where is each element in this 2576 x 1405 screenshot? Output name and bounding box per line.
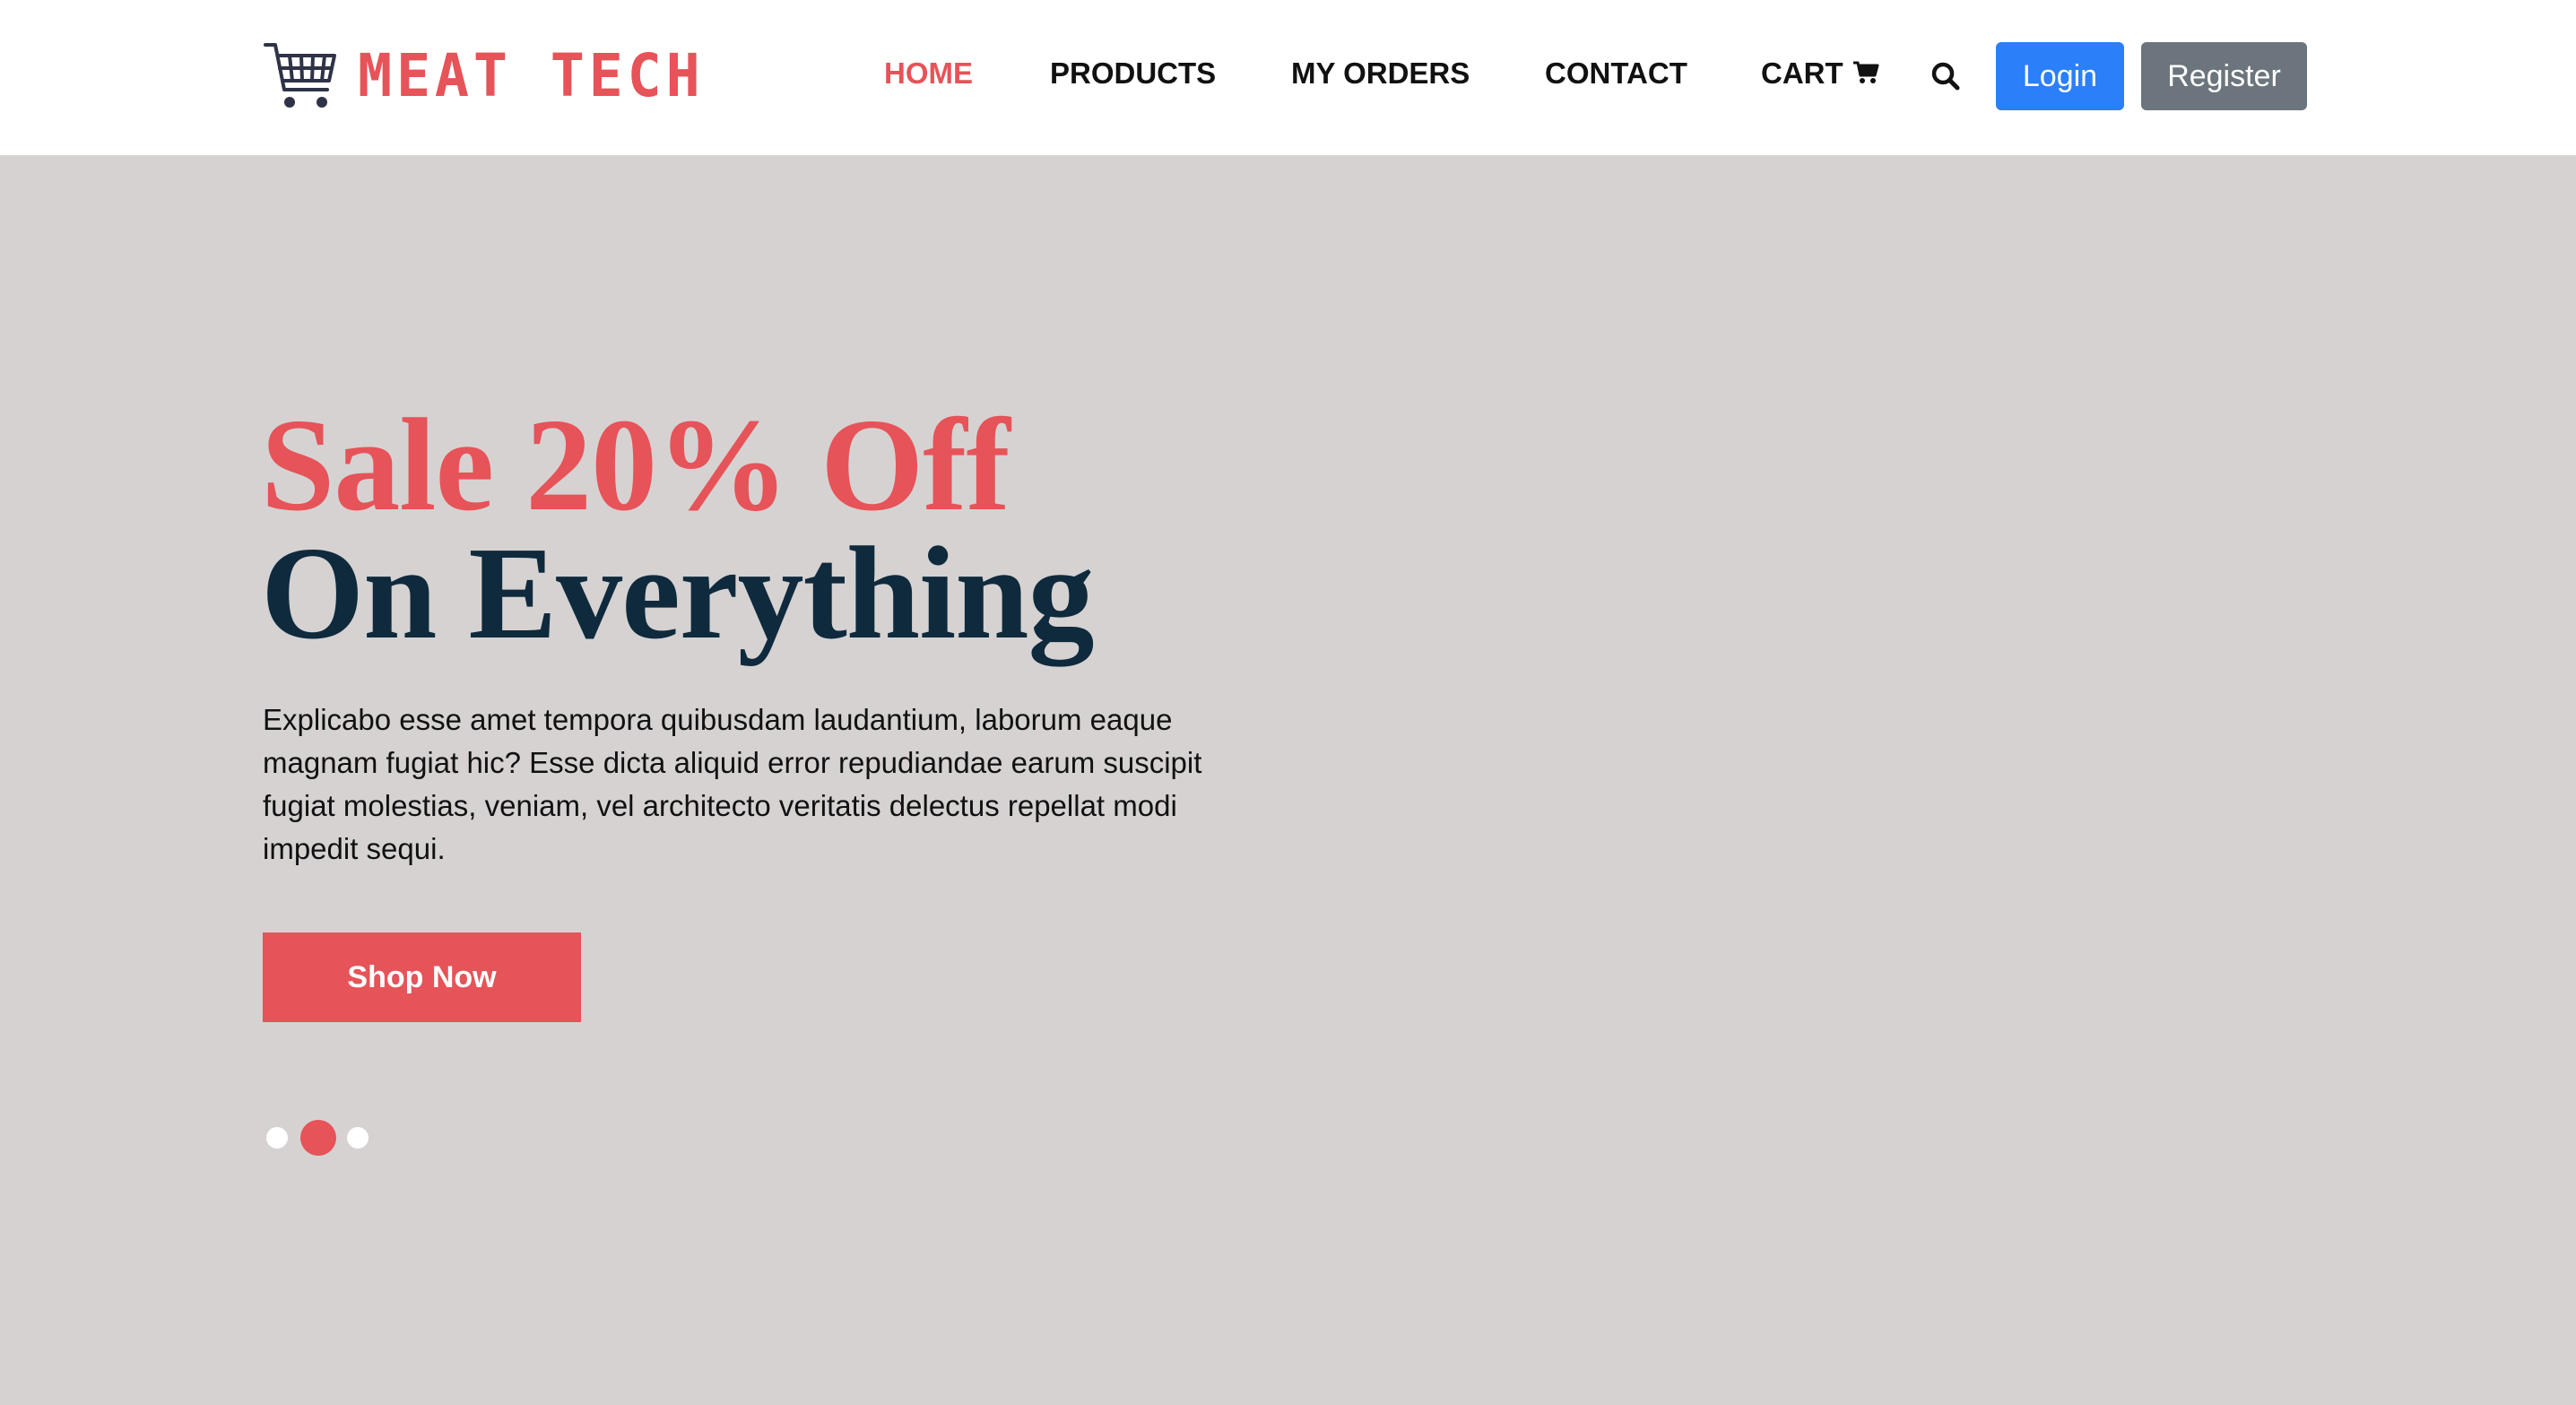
hero-description: Explicabo esse amet tempora quibusdam la…	[263, 703, 1202, 865]
carousel-dot-1[interactable]	[266, 1127, 288, 1149]
nav-item-cart-label: CART	[1761, 56, 1843, 90]
hero-slider: Sale 20% Off On Everything Explicabo ess…	[0, 155, 2576, 1405]
nav-item-contact[interactable]: CONTACT	[1545, 45, 1687, 102]
search-icon[interactable]	[1930, 61, 1961, 91]
nav-item-my-orders[interactable]: MY ORDERS	[1291, 45, 1470, 102]
login-button[interactable]: Login	[1996, 42, 2124, 110]
shop-now-button[interactable]: Shop Now	[263, 932, 581, 1022]
nav-item-home[interactable]: HOME	[884, 45, 973, 102]
nav-item-products[interactable]: PRODUCTS	[1050, 45, 1216, 102]
hero-title-subline: On Everything	[261, 520, 1095, 667]
carousel-dot-3[interactable]	[347, 1127, 369, 1149]
carousel-dot-2[interactable]	[300, 1120, 336, 1156]
nav-item-cart[interactable]: CART	[1761, 45, 1879, 102]
site-header: MEAT TECH HOME PRODUCTS MY ORDERS CONTAC…	[0, 0, 2576, 155]
cart-icon	[1852, 61, 1879, 84]
register-button[interactable]: Register	[2141, 42, 2307, 110]
hero-title-sale: Sale 20% Off	[261, 392, 1010, 539]
